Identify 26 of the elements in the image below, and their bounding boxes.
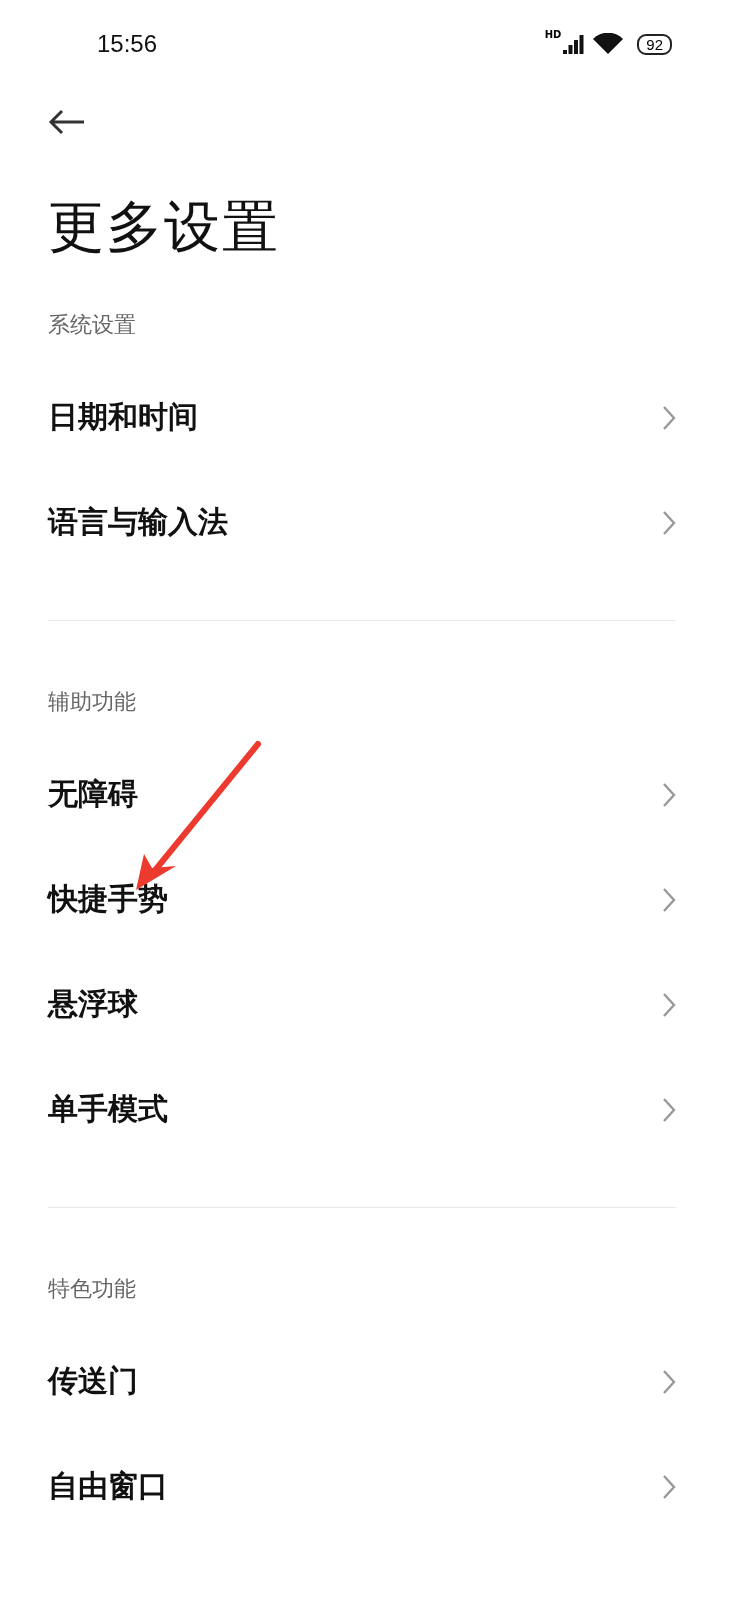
chevron-icon (662, 781, 676, 808)
section-label: 特色功能 (48, 1275, 137, 1303)
chevron-icon (662, 404, 676, 431)
status-time: 15:56 (97, 30, 158, 58)
settings-row[interactable]: 日期和时间 (48, 365, 676, 470)
chevron-icon (662, 1096, 676, 1123)
back-button[interactable] (48, 108, 86, 135)
settings-row[interactable]: 传送门 (48, 1329, 676, 1434)
chevron-icon (662, 1473, 676, 1500)
section-label: 系统设置 (48, 311, 137, 339)
chevron-icon (662, 991, 676, 1018)
wifi-icon (593, 33, 624, 55)
signal-icon (563, 34, 586, 54)
network-type: HD (544, 29, 562, 40)
settings-row[interactable]: 快捷手势 (48, 847, 676, 952)
settings-row[interactable]: 单手模式 (48, 1057, 676, 1162)
section-label: 辅助功能 (48, 688, 137, 716)
settings-row[interactable]: 无障碍 (48, 742, 676, 847)
settings-row[interactable]: 悬浮球 (48, 952, 676, 1057)
chevron-icon (662, 886, 676, 913)
battery-icon: 92 (637, 33, 672, 55)
page-title: 更多设置 (47, 192, 281, 261)
chevron-icon (662, 509, 676, 536)
settings-row[interactable]: 自由窗口 (48, 1434, 676, 1539)
chevron-icon (662, 1368, 676, 1395)
settings-row[interactable]: 语言与输入法 (48, 470, 676, 575)
